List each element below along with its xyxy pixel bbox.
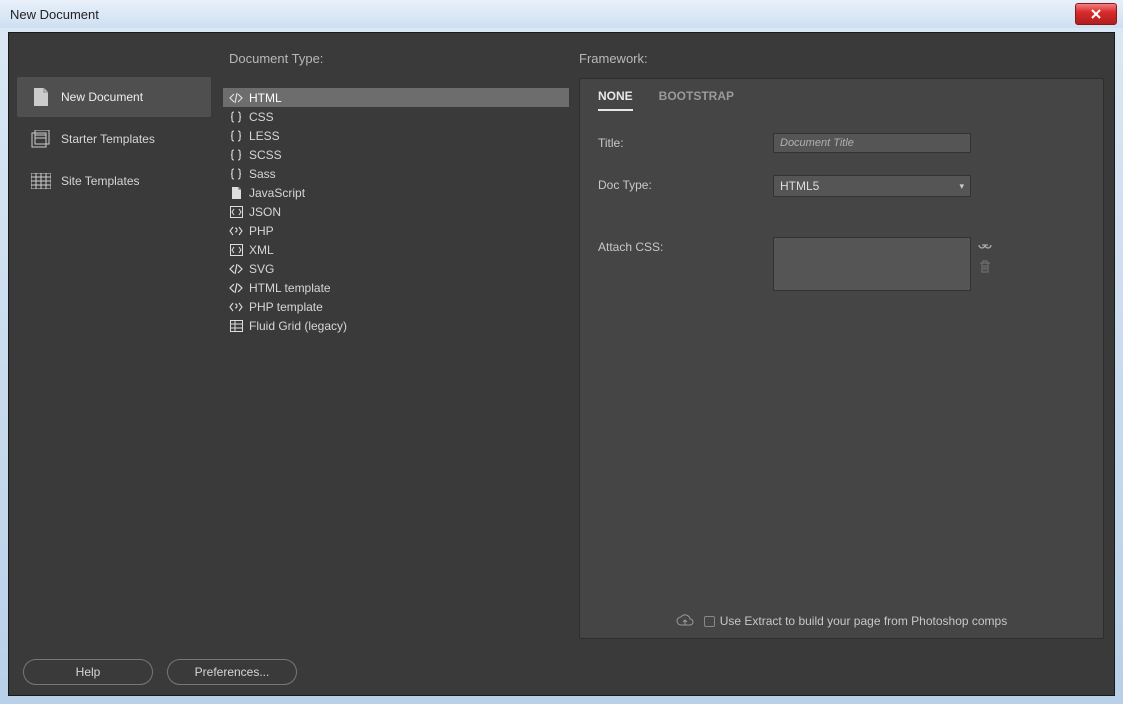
extract-checkbox[interactable]: [704, 616, 715, 627]
extract-label: Use Extract to build your page from Phot…: [720, 614, 1007, 628]
title-input[interactable]: [773, 133, 971, 153]
doc-type-label: SCSS: [249, 148, 282, 162]
templates-icon: [31, 129, 51, 149]
title-label: Title:: [598, 133, 773, 150]
doc-type-item[interactable]: CSS: [223, 107, 569, 126]
tag-icon: [229, 262, 243, 276]
attach-css-label: Attach CSS:: [598, 237, 773, 254]
trash-icon[interactable]: [977, 259, 993, 275]
doc-type-label: HTML template: [249, 281, 331, 295]
braces-icon: [229, 129, 243, 143]
doc-type-label: SVG: [249, 262, 274, 276]
page-icon: [31, 87, 51, 107]
braces-icon: [229, 110, 243, 124]
attach-css-tools: [977, 237, 993, 275]
braces-icon: [229, 148, 243, 162]
doc-type-label: PHP template: [249, 300, 323, 314]
doctype-select[interactable]: HTML5 ▾: [773, 175, 971, 197]
doc-type-item[interactable]: HTML: [223, 88, 569, 107]
doc-type-item[interactable]: Fluid Grid (legacy): [223, 316, 569, 335]
dialog-body: New Document Starter Templates Site Temp…: [8, 32, 1115, 696]
doc-type-label: HTML: [249, 91, 282, 105]
window-title: New Document: [6, 7, 1075, 22]
tab-bootstrap[interactable]: BOOTSTRAP: [659, 89, 734, 111]
sidebar-item-label: New Document: [61, 90, 143, 104]
row-doctype: Doc Type: HTML5 ▾: [598, 175, 1085, 197]
doc-type-label: Sass: [249, 167, 276, 181]
close-icon: [1090, 8, 1102, 20]
sidebar-item-site-templates[interactable]: Site Templates: [17, 161, 211, 201]
fluid-icon: [229, 319, 243, 333]
doc-type-label: JavaScript: [249, 186, 305, 200]
doc-type-label: LESS: [249, 129, 280, 143]
attach-css-list[interactable]: [773, 237, 971, 291]
doc-type-item[interactable]: Sass: [223, 164, 569, 183]
tag-icon: [229, 281, 243, 295]
boxed-icon: [229, 205, 243, 219]
framework-panel: NONE BOOTSTRAP Title: Doc Type:: [579, 78, 1104, 639]
form-area: Title: Doc Type: HTML5 ▾: [580, 111, 1103, 323]
doc-type-label: XML: [249, 243, 274, 257]
doc-type-column: Document Type: HTML CSS LESS SCSS Sass JavaSc…: [219, 33, 579, 649]
extract-check-wrap: Use Extract to build your page from Phot…: [704, 614, 1007, 628]
doc-type-label: Fluid Grid (legacy): [249, 319, 347, 333]
doc-type-item[interactable]: XML: [223, 240, 569, 259]
doctype-label: Doc Type:: [598, 175, 773, 192]
preferences-button[interactable]: Preferences...: [167, 659, 297, 685]
doc-type-item[interactable]: JavaScript: [223, 183, 569, 202]
help-button[interactable]: Help: [23, 659, 153, 685]
framework-heading: Framework:: [579, 51, 1104, 74]
titlebar: New Document: [0, 0, 1123, 28]
sidebar-item-label: Site Templates: [61, 174, 140, 188]
chevron-down-icon: ▾: [959, 181, 964, 192]
doc-type-list: HTML CSS LESS SCSS Sass JavaScript JSON PHP XML S…: [223, 88, 569, 335]
tag-icon: [229, 91, 243, 105]
doc-type-label: JSON: [249, 205, 281, 219]
row-attach-css: Attach CSS:: [598, 237, 1085, 291]
close-button[interactable]: [1075, 3, 1117, 25]
link-css-icon[interactable]: [977, 237, 993, 253]
boxed-icon: [229, 243, 243, 257]
doc-type-item[interactable]: JSON: [223, 202, 569, 221]
doc-type-heading: Document Type:: [223, 51, 569, 80]
framework-column: Framework: NONE BOOTSTRAP Title: Doc Typ…: [579, 33, 1114, 649]
doc-type-label: CSS: [249, 110, 274, 124]
footer: Help Preferences...: [9, 649, 1114, 695]
sidebar-item-new-document[interactable]: New Document: [17, 77, 211, 117]
extract-cloud-icon: [676, 614, 694, 628]
main-row: New Document Starter Templates Site Temp…: [9, 33, 1114, 649]
doc-type-item[interactable]: LESS: [223, 126, 569, 145]
doc-type-item[interactable]: PHP template: [223, 297, 569, 316]
framework-tabs: NONE BOOTSTRAP: [580, 79, 1103, 111]
doc-type-item[interactable]: SCSS: [223, 145, 569, 164]
doc-type-label: PHP: [249, 224, 274, 238]
doc-type-item[interactable]: HTML template: [223, 278, 569, 297]
php-icon: [229, 224, 243, 238]
doc-type-item[interactable]: PHP: [223, 221, 569, 240]
sidebar-item-starter-templates[interactable]: Starter Templates: [17, 119, 211, 159]
script-icon: [229, 186, 243, 200]
sidebar: New Document Starter Templates Site Temp…: [9, 33, 219, 649]
doc-type-item[interactable]: SVG: [223, 259, 569, 278]
row-title: Title:: [598, 133, 1085, 153]
php-icon: [229, 300, 243, 314]
grid-icon: [31, 171, 51, 191]
tab-none[interactable]: NONE: [598, 89, 633, 111]
doctype-value: HTML5: [780, 179, 819, 193]
braces-icon: [229, 167, 243, 181]
extract-row: Use Extract to build your page from Phot…: [580, 614, 1103, 628]
sidebar-item-label: Starter Templates: [61, 132, 155, 146]
